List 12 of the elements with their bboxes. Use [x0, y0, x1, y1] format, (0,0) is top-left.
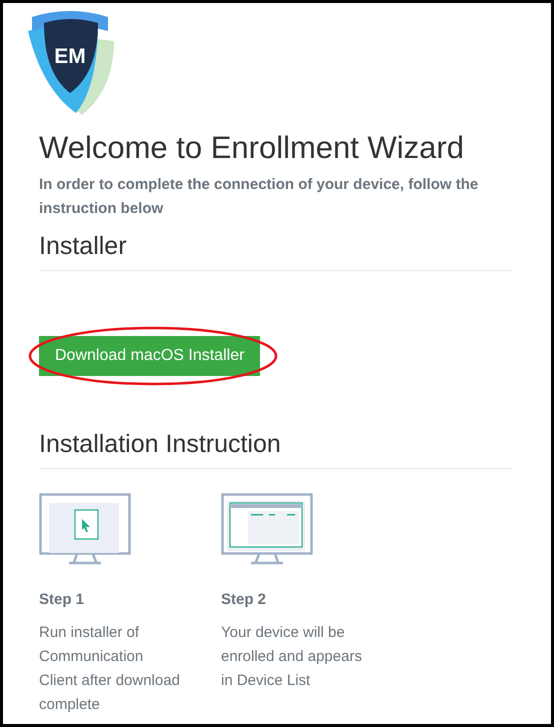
section-heading: Installer [39, 231, 128, 262]
step-title: Step 2 [221, 590, 268, 610]
monitor-icon [39, 493, 131, 565]
page-title: Welcome to Enrollment Wizard [39, 129, 465, 167]
step-description: Run installer of Communication Client after download complete [39, 622, 181, 714]
subtitle: In order to complete the connection of your device, follow the instruction below [39, 175, 480, 219]
download-button[interactable]: Download macOS Installer [39, 336, 260, 376]
section-heading: Installation Instruction [39, 429, 282, 460]
step-description: Your device will be enrolled and appears in Device List [221, 622, 363, 690]
step-title: Step 1 [39, 590, 86, 610]
logo-text: EM [53, 44, 87, 70]
monitor-icon [221, 493, 313, 565]
